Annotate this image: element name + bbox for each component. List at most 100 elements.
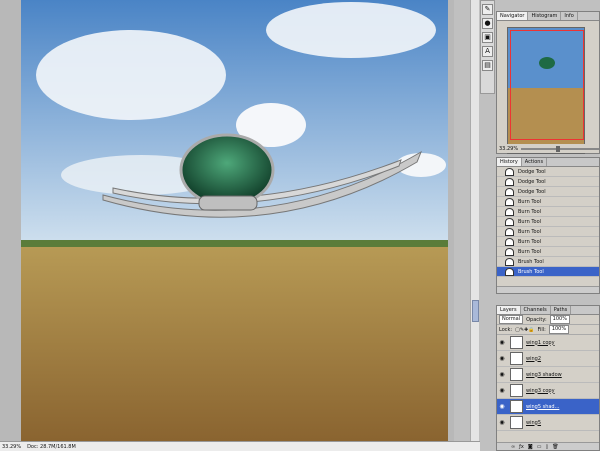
link-icon[interactable]: ∞ [511,444,515,450]
tab-histogram[interactable]: Histogram [528,12,562,20]
history-item[interactable]: Dodge Tool [497,177,599,187]
tab-channels[interactable]: Channels [521,306,551,314]
layer-row[interactable]: ◉ wing2 [497,351,599,367]
vertical-scrollbar[interactable] [470,0,479,441]
stamp-icon[interactable]: ▣ [482,32,493,43]
tab-paths[interactable]: Paths [551,306,572,314]
history-item[interactable]: Dodge Tool [497,167,599,177]
tab-layers[interactable]: Layers [497,306,521,314]
history-item-label: Burn Tool [518,208,542,215]
lock-controls: Lock: ▢✎✚🔒 Fill: 100% [497,325,599,335]
history-item-label: Burn Tool [518,248,542,255]
history-item[interactable]: Burn Tool [497,207,599,217]
layer-row[interactable]: ◉ wing3 shadow [497,367,599,383]
trash-icon[interactable]: 🗑 [552,444,558,450]
layer-name: wing3 copy [526,387,555,394]
brush-icon[interactable]: ✎ [482,4,493,15]
layer-thumbnail [510,336,523,349]
history-item-label: Brush Tool [518,258,544,265]
layer-thumbnail [510,416,523,429]
layer-row[interactable]: ◉ wing5 [497,415,599,431]
tab-info[interactable]: Info [561,12,578,20]
eye-icon[interactable]: ◉ [497,355,507,362]
history-footer [497,286,599,293]
tab-history[interactable]: History [497,158,522,166]
layer-row[interactable]: ◉ wing3 copy [497,383,599,399]
scroll-thumb[interactable] [472,300,479,322]
canvas-image [21,0,448,441]
eye-icon[interactable]: ◉ [497,339,507,346]
history-item[interactable]: Brush Tool [497,257,599,267]
layer-thumbnail [510,352,523,365]
eye-icon[interactable]: ◉ [497,419,507,426]
zoom-readout[interactable]: 33.29% [2,444,21,450]
fx-icon[interactable]: ƒx [519,444,524,450]
burn-icon [505,237,514,246]
eye-icon[interactable]: ◉ [497,403,507,410]
tool-strip: ✎ ● ▣ A ▤ [480,0,495,94]
new-layer-icon[interactable]: ▯ [546,444,549,450]
folder-icon[interactable]: ▭ [537,444,542,450]
history-item-label: Burn Tool [518,228,542,235]
navigator-thumbnail[interactable] [507,27,585,154]
burn-icon [505,247,514,256]
tab-actions[interactable]: Actions [522,158,548,166]
history-item-label: Burn Tool [518,198,542,205]
brush-icon [505,267,514,276]
layer-name: wing5 [526,419,542,426]
zoom-slider-handle[interactable] [556,145,561,152]
dodge-icon [505,177,514,186]
layer-name: wing2 [526,355,542,362]
layer-thumbnail [510,400,523,413]
burn-icon [505,227,514,236]
history-item[interactable]: Burn Tool [497,227,599,237]
status-bar: 33.29% Doc: 28.7M/161.8M [0,441,480,451]
opacity-field[interactable]: 100% [549,315,570,324]
history-item-label: Brush Tool [518,268,544,275]
blend-mode-select[interactable]: Normal [499,315,524,324]
navigator-panel: Navigator Histogram Info 33.29% [496,11,600,154]
text-icon[interactable]: A [482,46,493,57]
history-item-label: Dodge Tool [518,168,546,175]
dodge-icon [505,187,514,196]
history-item[interactable]: Burn Tool [497,197,599,207]
workspace [0,0,454,441]
layer-row[interactable]: ◉ wing5 shad... [497,399,599,415]
zoom-bar: 33.29% [497,144,599,153]
dodge-icon [505,167,514,176]
zoom-slider[interactable] [521,145,599,152]
history-item-label: Dodge Tool [518,178,546,185]
tab-navigator[interactable]: Navigator [497,12,529,20]
navigator-zoom[interactable]: 33.29% [499,146,518,152]
layer-row[interactable]: ◉ wing1 copy [497,335,599,351]
burn-icon [505,217,514,226]
dodge-icon[interactable]: ● [482,18,493,29]
layer-thumbnail [510,384,523,397]
mask-icon[interactable]: ◙ [528,444,533,450]
doc-info: Doc: 28.7M/161.8M [27,443,76,450]
layer-name: wing3 shadow [526,371,562,378]
history-item-label: Burn Tool [518,238,542,245]
history-item-label: Dodge Tool [518,188,546,195]
history-list: Dodge Tool Dodge Tool Dodge Tool Burn Tool B… [497,167,599,277]
fill-field[interactable]: 100% [548,325,570,334]
layers-panel: Layers Channels Paths Normal Opacity: 10… [496,305,600,451]
layer-thumbnail [510,368,523,381]
history-item[interactable]: Burn Tool [497,237,599,247]
history-item[interactable]: Brush Tool [497,267,599,277]
eye-icon[interactable]: ◉ [497,387,507,394]
history-item[interactable]: Dodge Tool [497,187,599,197]
lock-icon[interactable]: ▢✎✚🔒 [515,327,534,333]
layer-comp-icon[interactable]: ▤ [482,60,493,71]
fill-label: Fill: [537,326,546,333]
view-rectangle[interactable] [510,30,584,140]
document-canvas[interactable] [21,0,448,441]
history-item-label: Burn Tool [518,218,542,225]
history-item[interactable]: Burn Tool [497,217,599,227]
layer-list: ◉ wing1 copy ◉ wing2 ◉ wing3 shadow ◉ wing3 cop… [497,335,599,431]
burn-icon [505,197,514,206]
eye-icon[interactable]: ◉ [497,371,507,378]
layers-footer: ∞ ƒx ◙ ▭ ▯ 🗑 [497,442,599,450]
history-item[interactable]: Burn Tool [497,247,599,257]
burn-icon [505,207,514,216]
